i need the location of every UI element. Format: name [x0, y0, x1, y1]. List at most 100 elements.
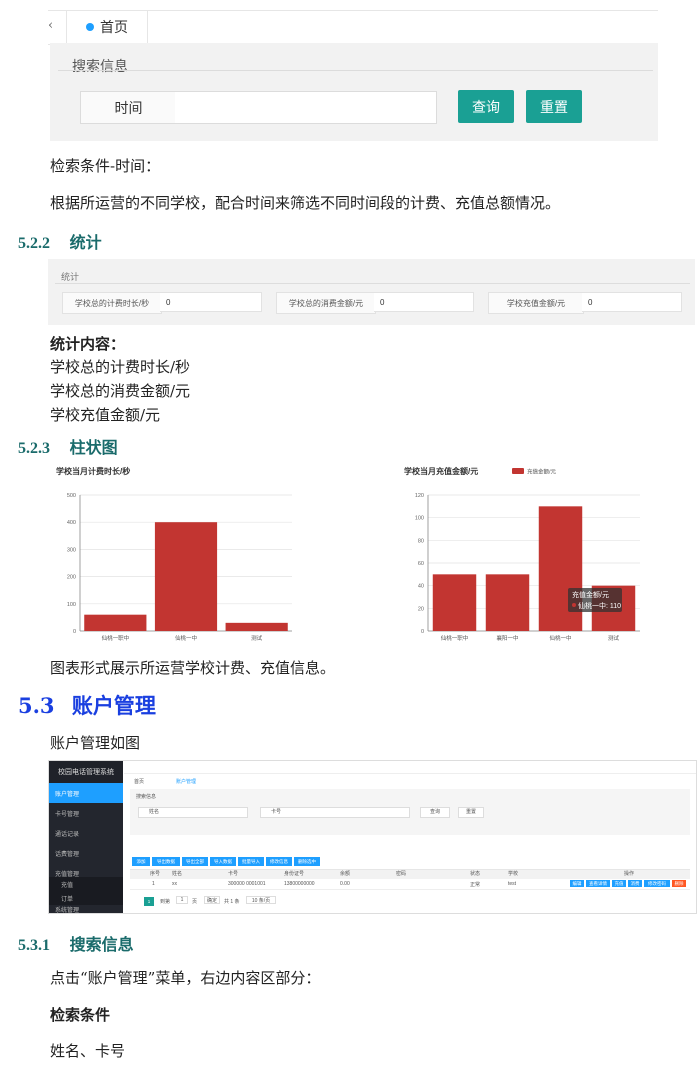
mini-cell: 1 [152, 881, 155, 887]
query-button[interactable]: 查询 [458, 90, 514, 123]
acct-desc-text: 账户管理如图 [50, 734, 141, 752]
time-label: 时间 [80, 91, 177, 124]
mini-pager-input[interactable]: 1 [176, 896, 188, 904]
mini-col-header: 操作 [624, 871, 635, 877]
sidebar-item-system[interactable]: 系统管理 [49, 905, 123, 914]
mini-name-field[interactable]: 姓名 [138, 807, 248, 818]
sidebar-item-account[interactable]: 账户管理 [49, 783, 123, 803]
section-number: 5.2.3 [18, 440, 50, 457]
search-cond-title: 检索条件 [50, 1006, 111, 1024]
mini-search-legend: 搜索信息 [136, 794, 157, 800]
y-tick-label: 80 [418, 538, 424, 544]
app-main: 首页 账户管理 搜索信息 姓名 卡号 查询 重置 添加 导出数据 导出全部 导入… [124, 761, 696, 913]
mini-cell: 13800000000 [284, 881, 315, 887]
x-tick-label: 襄阳一中 [496, 634, 518, 642]
y-tick-label: 20 [418, 606, 424, 612]
mini-col-header: 密码 [396, 871, 407, 877]
section-heading-search: 5.3.1 搜索信息 [18, 931, 134, 955]
mini-export-all-button[interactable]: 导出全部 [182, 857, 208, 866]
section-number: 5.3 [18, 693, 55, 718]
tooltip-label: 仙桃一中: 110 [578, 601, 621, 610]
mini-action-recharge[interactable]: 充值 [612, 880, 626, 887]
account-management-screenshot: 校园电话管理系统 账户管理 卡号管理 通话记录 话费管理 充值管理 充值 订单 … [48, 760, 697, 914]
mini-pager-current[interactable]: 1 [144, 897, 154, 906]
mini-pager-total: 共 1 条 [224, 899, 240, 905]
mini-cell: xx [172, 881, 177, 887]
bar [432, 574, 477, 631]
tab-home[interactable]: 首页 [66, 10, 148, 43]
time-input[interactable] [175, 91, 437, 124]
mini-tab-account[interactable]: 账户管理 [176, 778, 196, 785]
legend-label: 充值金额/元 [527, 468, 557, 476]
x-tick-label: 仙桃一中 [549, 634, 571, 642]
legend-swatch [512, 468, 524, 474]
y-tick-label: 200 [67, 575, 76, 581]
section-heading-bar: 5.2.3 柱状图 [18, 434, 118, 458]
mini-tab-home[interactable]: 首页 [134, 778, 144, 785]
tab-dot-icon [86, 22, 94, 31]
section-number: 5.3.1 [18, 937, 50, 954]
search-cond-fields: 姓名、卡号 [50, 1042, 126, 1060]
y-tick-label: 100 [67, 602, 76, 608]
mini-pager-confirm[interactable]: 确定 [204, 896, 220, 904]
mini-add-button[interactable]: 添加 [132, 857, 150, 866]
mini-export-button[interactable]: 导出数据 [152, 857, 180, 866]
chart-title: 学校当月计费时长/秒 [56, 466, 130, 476]
mini-card-field[interactable]: 卡号 [260, 807, 410, 818]
mini-cell: 300000 0001001 [228, 881, 266, 887]
sidebar-item-calls[interactable]: 通话记录 [49, 823, 123, 843]
tooltip-dot [572, 603, 576, 607]
stat-content-title: 统计内容： [50, 335, 126, 353]
mini-action-consume[interactable]: 消费 [628, 880, 642, 887]
tab-scroll-left-icon[interactable]: ‹ [48, 18, 53, 33]
click-desc-text: 点击“账户管理”菜单，右边内容区部分： [50, 969, 321, 987]
app-title: 校园电话管理系统 [49, 761, 123, 783]
chart-title: 学校当月充值金额/元 [404, 466, 478, 476]
section-title: 统计 [69, 233, 102, 252]
mini-pager-per-page[interactable]: 10 条/页 [246, 896, 276, 904]
bar [84, 614, 147, 631]
y-tick-label: 120 [415, 493, 424, 499]
mini-query-button[interactable]: 查询 [420, 807, 450, 818]
stat-label: 学校总的计费时长/秒 [62, 292, 162, 314]
app-topbar [124, 761, 696, 774]
x-tick-label: 测试 [251, 634, 263, 642]
mini-action-delete[interactable]: 删除 [672, 880, 686, 887]
tab-home-label: 首页 [100, 18, 128, 35]
mini-col-header: 姓名 [172, 871, 183, 877]
mini-col-header: 学校 [508, 871, 519, 877]
y-tick-label: 0 [421, 629, 424, 635]
sidebar-item-fees[interactable]: 话费管理 [49, 843, 123, 863]
mini-edit-info-button[interactable]: 修改信息 [266, 857, 292, 866]
mini-pager-page-unit: 页 [192, 899, 198, 905]
mini-reset-button[interactable]: 重置 [458, 807, 484, 818]
y-tick-label: 300 [67, 547, 76, 553]
y-tick-label: 60 [418, 561, 424, 567]
mini-action-view[interactable]: 查看详情 [586, 880, 610, 887]
chart-billing-time: 学校当月计费时长/秒 0 100 200 300 400 500 仙桃一职中 仙桃一中 测试 [56, 466, 292, 642]
mini-delete-selected-button[interactable]: 删除选中 [294, 857, 320, 866]
bar [485, 574, 530, 631]
sidebar-subitem-orders[interactable]: 订单 [49, 891, 123, 905]
stat-value: 0 [160, 292, 262, 312]
sidebar-subitem-recharge[interactable]: 充值 [49, 877, 123, 891]
bar [225, 622, 288, 631]
sidebar-item-card[interactable]: 卡号管理 [49, 803, 123, 823]
mini-import-button[interactable]: 导入数据 [210, 857, 236, 866]
stat-value: 0 [374, 292, 474, 312]
bar [538, 506, 583, 631]
x-tick-label: 仙桃一职中 [441, 634, 469, 642]
mini-cell: 正常 [470, 882, 481, 888]
section-number: 5.2.2 [18, 235, 50, 252]
mini-batch-import-button[interactable]: 批量导入 [238, 857, 264, 866]
section-heading-account: 5.3 账户管理 [18, 690, 156, 720]
y-tick-label: 0 [73, 629, 76, 635]
y-tick-label: 40 [418, 584, 424, 590]
mini-col-header: 余额 [340, 871, 351, 877]
mini-col-header: 序号 [150, 871, 161, 877]
stats-legend: 统计 [61, 272, 80, 282]
mini-action-password[interactable]: 修改密码 [644, 880, 670, 887]
reset-button[interactable]: 重置 [526, 90, 582, 123]
search-divider [58, 70, 653, 71]
mini-action-edit[interactable]: 编辑 [570, 880, 584, 887]
